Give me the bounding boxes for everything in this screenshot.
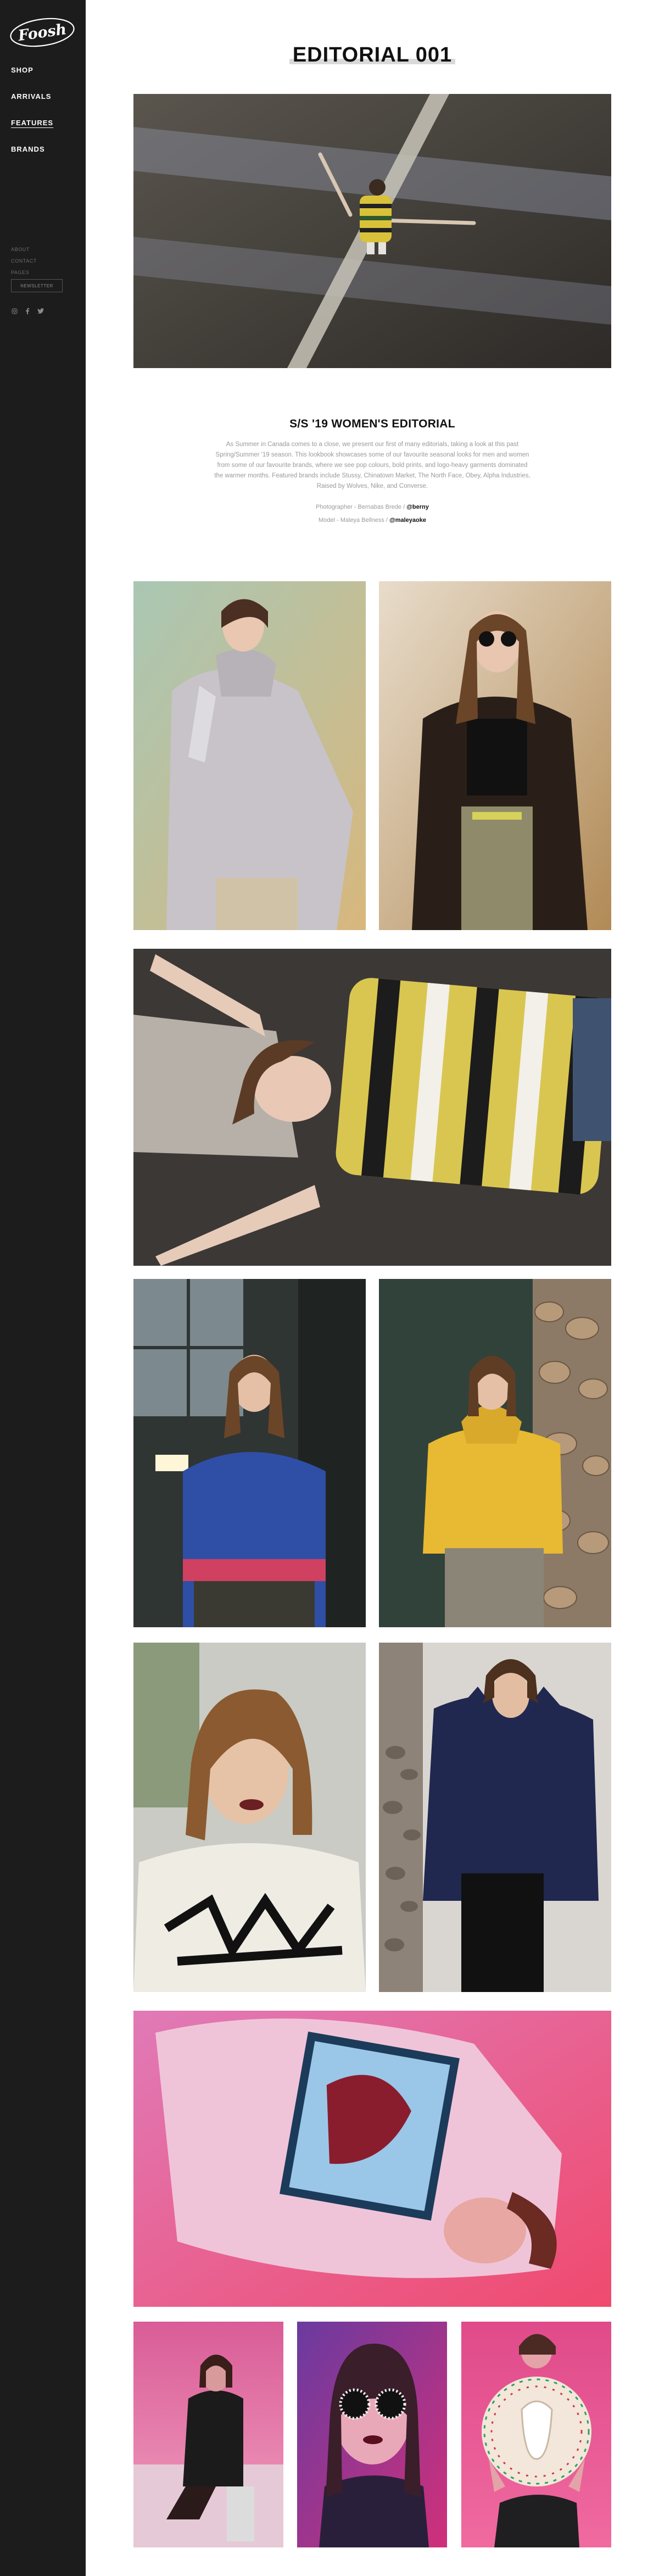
photographer-credit: Photographer - Bernabas Brede / @berny — [316, 504, 429, 510]
instagram-icon[interactable] — [11, 308, 18, 314]
article-body: As Summer in Canada comes to a close, we… — [214, 441, 530, 489]
article-intro: S/S '19 WOMEN'S EDITORIAL As Summer in C… — [214, 418, 530, 530]
newsletter-button[interactable]: NEWSLETTER — [11, 279, 63, 292]
contact-link[interactable]: CONTACT — [11, 258, 37, 264]
editorial-photo-10 — [297, 2322, 447, 2547]
editorial-photo-1 — [133, 581, 366, 930]
sidebar: Foosh SHOP ARRIVALS FEATURES BRANDS ABOU… — [0, 0, 86, 2576]
social-links — [11, 308, 44, 314]
hero-photo — [133, 94, 611, 368]
photographer-handle-link[interactable]: @berny — [406, 504, 429, 510]
editorial-photo-9 — [133, 2322, 283, 2547]
editorial-photo-11 — [461, 2322, 611, 2547]
editorial-photo-5 — [379, 1279, 611, 1627]
sidebar-sub-links: ABOUT CONTACT PAGES — [11, 244, 77, 279]
model-credit: Model - Maleya Bellness / @maleyaoke — [318, 517, 426, 524]
editorial-photo-8 — [133, 2011, 611, 2307]
brand-logo[interactable]: Foosh — [9, 16, 76, 48]
article-heading: S/S '19 WOMEN'S EDITORIAL — [289, 418, 455, 430]
nav-features[interactable]: FEATURES — [11, 119, 53, 127]
page-title: EDITORIAL 001 — [292, 43, 453, 67]
twitter-icon[interactable] — [37, 308, 44, 314]
about-link[interactable]: ABOUT — [11, 247, 30, 252]
model-handle-link[interactable]: @maleyaoke — [389, 517, 426, 524]
main-nav: SHOP ARRIVALS FEATURES BRANDS — [11, 66, 53, 171]
nav-brands[interactable]: BRANDS — [11, 145, 53, 153]
editorial-photo-3 — [133, 949, 611, 1266]
editorial-photo-4 — [133, 1279, 366, 1627]
nav-arrivals[interactable]: ARRIVALS — [11, 92, 53, 101]
editorial-photo-6 — [133, 1643, 366, 1992]
editorial-photo-2 — [379, 581, 611, 930]
nav-shop[interactable]: SHOP — [11, 66, 53, 74]
editorial-photo-7 — [379, 1643, 611, 1992]
pages-link[interactable]: PAGES — [11, 270, 29, 275]
facebook-icon[interactable] — [24, 308, 31, 314]
